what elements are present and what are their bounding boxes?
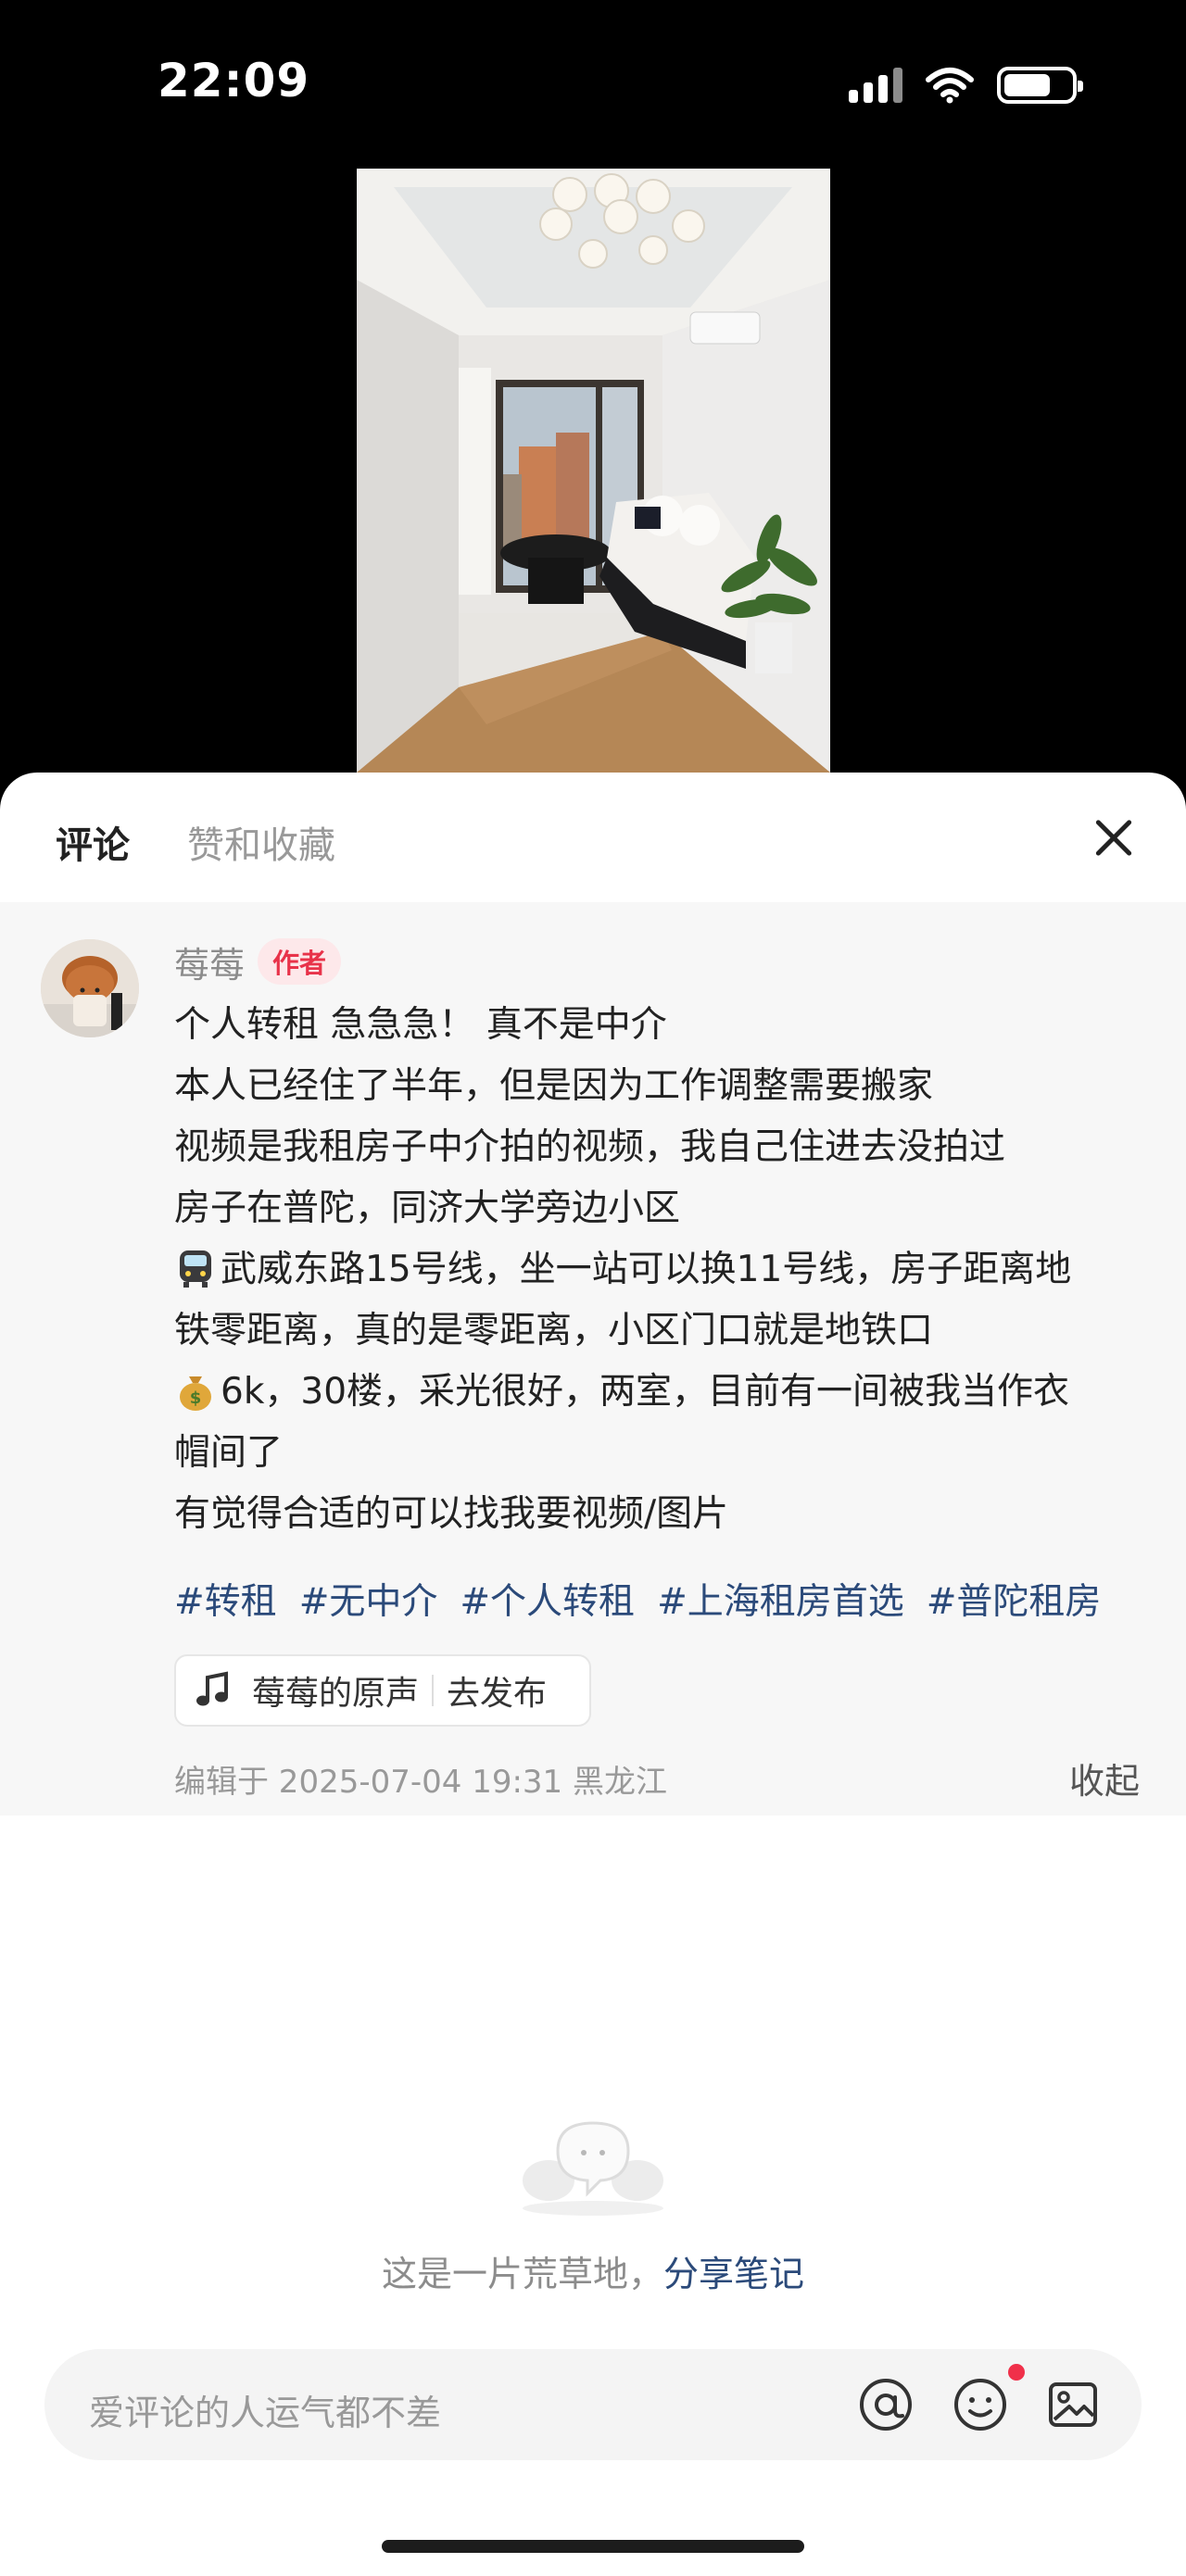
image-icon[interactable] [1045,2377,1101,2432]
status-bar: 22:09 [0,0,1186,167]
empty-cloud-icon [523,2121,663,2216]
status-icons [849,65,1083,106]
author-name[interactable]: 莓莓 [174,936,245,987]
notification-dot [1008,2364,1025,2381]
money-bag-emoji: $ [180,1376,211,1411]
original-sound-chip[interactable]: 莓莓的原声 去发布 [174,1654,591,1727]
signal-icon [849,68,902,103]
collapse-button[interactable]: 收起 [1069,1753,1140,1803]
room-image [357,169,830,773]
hashtag[interactable]: #个人转租 [460,1573,635,1634]
tab-comments[interactable]: 评论 [56,815,130,869]
metro-train-emoji [180,1250,211,1288]
share-note-link[interactable]: 分享笔记 [663,2254,804,2294]
music-note-icon [196,1671,228,1706]
status-time: 22:09 [158,54,310,107]
post-line-price: $6k，30楼，采光很好，两室，目前有一间被我当作衣 [174,1362,1156,1423]
comment-input-bar[interactable]: 爱评论的人运气都不差 [44,2349,1142,2460]
post-description: 莓莓 作者 个人转租 急急急！ 真不是中介 本人已经住了半年，但是因为工作调整需… [0,902,1186,1816]
post-line: 铁零距离，真的是零距离，小区门口就是地铁口 [174,1310,934,1351]
hashtag[interactable]: #上海租房首选 [657,1573,904,1634]
hashtag-row: #转租 #无中介 #个人转租 #上海租房首选 #普陀租房 [174,1573,1101,1634]
sheet-tabs: 评论 赞和收藏 [0,773,1186,902]
post-line: 有觉得合适的可以找我要视频/图片 [174,1493,729,1535]
author-badge: 作者 [258,938,342,985]
hashtag[interactable]: #转租 [174,1573,277,1634]
comment-input[interactable]: 爱评论的人运气都不差 [89,2384,441,2435]
post-line: 本人已经住了半年，但是因为工作调整需要搬家 [174,1065,934,1107]
edit-meta: 编辑于 2025-07-04 19:31 黑龙江 [174,1764,667,1801]
hashtag[interactable]: #普陀租房 [927,1573,1102,1634]
home-indicator[interactable] [382,2540,804,2553]
post-line-metro: 武威东路15号线，坐一站可以换11号线，房子距离地 [174,1239,1156,1301]
battery-icon [997,67,1083,104]
post-line: 个人转租 急急急！ 真不是中介 [174,1004,667,1046]
post-line: 帽间了 [174,1432,284,1474]
wifi-icon [926,68,974,104]
post-line: 视频是我租房子中介拍的视频，我自己住进去没拍过 [174,1126,1006,1168]
video-thumbnail[interactable] [357,169,830,773]
sound-publish-button[interactable]: 去发布 [447,1666,547,1715]
post-text: 个人转租 急急急！ 真不是中介 本人已经住了半年，但是因为工作调整需要搬家 视频… [174,995,1156,1545]
hashtag[interactable]: #无中介 [299,1573,438,1634]
empty-state-text: 这是一片荒草地，分享笔记 [0,2245,1186,2296]
empty-message: 这是一片荒草地， [381,2254,663,2294]
post-line-text: 武威东路15号线，坐一站可以换11号线，房子距离地 [221,1249,1072,1290]
svg-text:$: $ [190,1389,202,1408]
chip-divider [432,1675,435,1706]
emoji-icon[interactable] [953,2377,1008,2432]
close-icon[interactable] [1086,810,1142,865]
at-icon[interactable] [858,2377,914,2432]
comment-sheet: 评论 赞和收藏 莓莓 作者 个人转租 急急急！ 真不是中介 本人已经住了半年，但… [0,773,1186,2576]
avatar[interactable] [41,939,139,1037]
tab-likes-favorites[interactable]: 赞和收藏 [187,815,335,869]
post-line-text: 6k，30楼，采光很好，两室，目前有一间被我当作衣 [221,1371,1070,1413]
sound-name: 莓莓的原声 [252,1675,420,1713]
post-line: 房子在普陀，同济大学旁边小区 [174,1187,681,1229]
author-row: 莓莓 作者 [174,936,342,987]
